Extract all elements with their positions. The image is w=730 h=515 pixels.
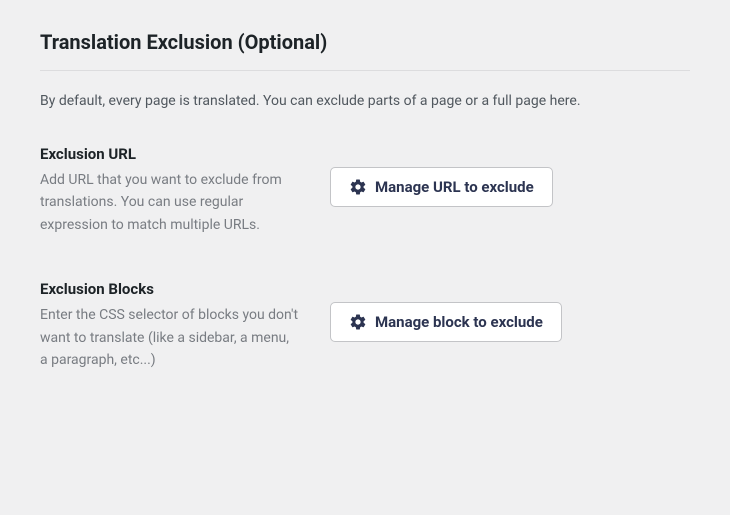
manage-url-button[interactable]: Manage URL to exclude xyxy=(330,167,553,207)
exclusion-blocks-action: Manage block to exclude xyxy=(330,280,690,342)
gear-icon xyxy=(349,313,367,331)
manage-blocks-button[interactable]: Manage block to exclude xyxy=(330,302,562,342)
exclusion-blocks-row: Exclusion Blocks Enter the CSS selector … xyxy=(40,280,690,371)
section-description: By default, every page is translated. Yo… xyxy=(40,93,690,109)
section-title: Translation Exclusion (Optional) xyxy=(40,30,690,71)
exclusion-url-row: Exclusion URL Add URL that you want to e… xyxy=(40,145,690,236)
exclusion-url-description: Add URL that you want to exclude from tr… xyxy=(40,169,300,236)
exclusion-url-action: Manage URL to exclude xyxy=(330,145,690,207)
exclusion-blocks-description: Enter the CSS selector of blocks you don… xyxy=(40,304,300,371)
manage-url-button-label: Manage URL to exclude xyxy=(375,178,534,196)
gear-icon xyxy=(349,178,367,196)
exclusion-blocks-info: Exclusion Blocks Enter the CSS selector … xyxy=(40,280,300,371)
exclusion-url-info: Exclusion URL Add URL that you want to e… xyxy=(40,145,300,236)
manage-blocks-button-label: Manage block to exclude xyxy=(375,313,543,331)
exclusion-blocks-label: Exclusion Blocks xyxy=(40,280,300,298)
exclusion-url-label: Exclusion URL xyxy=(40,145,300,163)
